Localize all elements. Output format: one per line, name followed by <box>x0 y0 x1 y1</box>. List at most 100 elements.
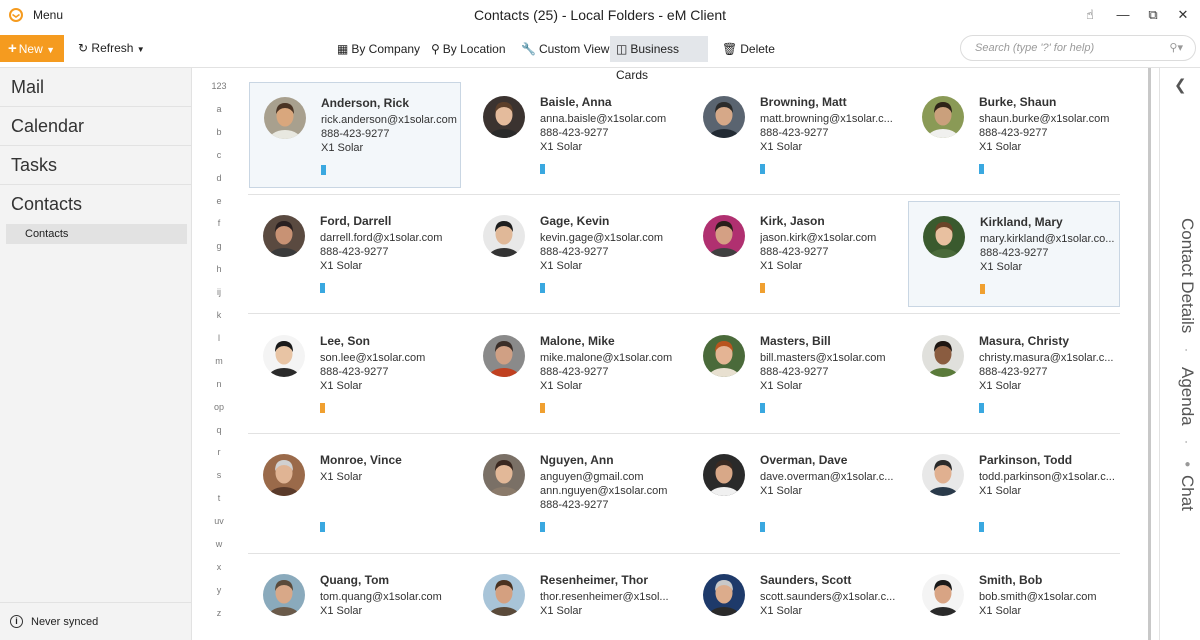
avatar <box>703 335 745 377</box>
alphabet-letter[interactable]: uv <box>200 516 238 526</box>
contact-card[interactable]: Smith, Bob bob.smith@x1solar.com X1 Solar <box>908 560 1120 640</box>
alphabet-letter[interactable]: l <box>200 333 238 343</box>
nav-item-calendar[interactable]: Calendar <box>0 107 191 146</box>
contact-name: Parkinson, Todd <box>979 453 1073 467</box>
vertical-scrollbar[interactable] <box>1148 68 1151 640</box>
menu-button[interactable]: Menu <box>33 8 63 22</box>
contact-card[interactable]: Lee, Son son.lee@x1solar.com 888-423-9277 X… <box>249 321 461 427</box>
contact-card[interactable]: Resenheimer, Thor thor.resenheimer@x1sol.… <box>469 560 681 640</box>
contact-detail-line: rick.anderson@x1solar.com <box>321 114 457 126</box>
alphabet-letter[interactable]: a <box>200 104 238 114</box>
contact-card[interactable]: Nguyen, Ann anguyen@gmail.com ann.nguyen@x… <box>469 440 681 546</box>
refresh-button[interactable]: ↻ Refresh ▼ <box>78 41 145 55</box>
category-tag <box>760 403 765 413</box>
contact-detail-line: matt.browning@x1solar.c... <box>760 113 893 125</box>
contact-card[interactable]: Ford, Darrell darrell.ford@x1solar.com 888… <box>249 201 461 307</box>
nav-item-contacts[interactable]: Contacts <box>0 185 191 224</box>
contact-detail-line: X1 Solar <box>321 142 364 154</box>
alphabet-letter[interactable]: k <box>200 310 238 320</box>
alphabet-letter[interactable]: d <box>200 173 238 183</box>
avatar <box>264 97 306 139</box>
contact-card[interactable]: Overman, Dave dave.overman@x1solar.c... X1… <box>689 440 901 546</box>
app-logo-icon[interactable] <box>9 8 23 22</box>
delete-button[interactable]: 🗑 Delete <box>716 36 781 62</box>
contact-detail-line: shaun.burke@x1solar.com <box>979 113 1110 125</box>
contact-name: Monroe, Vince <box>320 453 402 467</box>
alphabet-letter[interactable]: op <box>200 402 238 412</box>
search-input[interactable]: Search (type '?' for help) ⚲▾ <box>960 35 1196 61</box>
by-location-button[interactable]: ⚲ By Location <box>425 36 512 62</box>
contact-card[interactable]: Gage, Kevin kevin.gage@x1solar.com 888-423… <box>469 201 681 307</box>
contact-detail-line: 888-423-9277 <box>760 127 829 139</box>
touch-mode-icon[interactable]: ☝ <box>1079 5 1101 25</box>
contact-card[interactable]: Burke, Shaun shaun.burke@x1solar.com 888-4… <box>908 82 1120 188</box>
contacts-folder-item[interactable]: Contacts <box>6 224 187 244</box>
contact-card[interactable]: Malone, Mike mike.malone@x1solar.com 888-4… <box>469 321 681 427</box>
alphabet-letter[interactable]: b <box>200 127 238 137</box>
alphabet-letter[interactable]: y <box>200 585 238 595</box>
new-label: New <box>18 42 43 56</box>
alphabet-letter[interactable]: n <box>200 379 238 389</box>
contact-card[interactable]: Browning, Matt matt.browning@x1solar.c...… <box>689 82 901 188</box>
alphabet-letter[interactable]: z <box>200 608 238 618</box>
custom-view-button[interactable]: 🔧 Custom View <box>515 36 615 62</box>
alphabet-letter[interactable]: c <box>200 150 238 160</box>
agenda-tab[interactable]: Agenda <box>1177 367 1197 426</box>
alphabet-letter[interactable]: ij <box>200 287 238 297</box>
new-button[interactable]: + New ▼ <box>0 35 64 62</box>
category-tag <box>760 522 765 532</box>
contact-name: Malone, Mike <box>540 334 615 348</box>
contact-card[interactable]: Quang, Tom tom.quang@x1solar.com X1 Solar <box>249 560 461 640</box>
contact-detail-line: X1 Solar <box>979 485 1022 497</box>
contact-details-tab[interactable]: Contact Details <box>1177 218 1197 333</box>
nav-item-tasks[interactable]: Tasks <box>0 146 191 185</box>
nav-item-mail[interactable]: Mail <box>0 68 191 107</box>
contact-card[interactable]: Baisle, Anna anna.baisle@x1solar.com 888-4… <box>469 82 681 188</box>
chevron-left-icon[interactable]: ❮ <box>1174 76 1187 94</box>
contact-detail-line: X1 Solar <box>760 485 803 497</box>
contact-card[interactable]: Masters, Bill bill.masters@x1solar.com 888… <box>689 321 901 427</box>
contact-card[interactable]: Kirk, Jason jason.kirk@x1solar.com 888-423… <box>689 201 901 307</box>
alphabet-letter[interactable]: s <box>200 470 238 480</box>
chat-tab[interactable]: Chat <box>1177 475 1197 511</box>
alphabet-letter[interactable]: q <box>200 425 238 435</box>
contact-card[interactable]: Anderson, Rick rick.anderson@x1solar.com 8… <box>249 82 461 188</box>
business-cards-button[interactable]: ◫ Business Cards <box>610 36 708 82</box>
alphabet-letter[interactable]: w <box>200 539 238 549</box>
avatar <box>703 454 745 496</box>
contact-card[interactable]: Kirkland, Mary mary.kirkland@x1solar.co..… <box>908 201 1120 307</box>
contact-detail-line: 888-423-9277 <box>979 366 1048 378</box>
contact-card[interactable]: Parkinson, Todd todd.parkinson@x1solar.c.… <box>908 440 1120 546</box>
scrollbar-thumb[interactable] <box>1148 68 1151 640</box>
alphabet-letter[interactable]: e <box>200 196 238 206</box>
alphabet-letter[interactable]: r <box>200 447 238 457</box>
alphabet-letter[interactable]: t <box>200 493 238 503</box>
contact-detail-line: 888-423-9277 <box>320 246 389 258</box>
by-company-button[interactable]: ▦ By Company <box>331 36 426 62</box>
contact-card[interactable]: Masura, Christy christy.masura@x1solar.c.… <box>908 321 1120 427</box>
custom-view-label: Custom View <box>538 42 610 56</box>
minimize-button[interactable]: — <box>1112 5 1134 25</box>
contact-name: Smith, Bob <box>979 573 1043 587</box>
alphabet-letter[interactable]: g <box>200 241 238 251</box>
category-tag <box>760 283 765 293</box>
contact-detail-line: 888-423-9277 <box>760 366 829 378</box>
maximize-button[interactable]: ⧉ <box>1142 5 1164 25</box>
category-tag <box>760 164 765 174</box>
avatar <box>483 574 525 616</box>
alphabet-letter[interactable]: f <box>200 218 238 228</box>
alphabet-letter[interactable]: 123 <box>200 81 238 91</box>
alphabet-letter[interactable]: h <box>200 264 238 274</box>
alphabet-letter[interactable]: x <box>200 562 238 572</box>
contact-name: Masters, Bill <box>760 334 831 348</box>
search-icon[interactable]: ⚲▾ <box>1169 36 1183 60</box>
delete-label: Delete <box>740 42 775 56</box>
contact-card[interactable]: Monroe, Vince X1 Solar <box>249 440 461 546</box>
contact-detail-line: X1 Solar <box>980 261 1023 273</box>
alphabet-letter[interactable]: m <box>200 356 238 366</box>
close-button[interactable]: ✕ <box>1172 5 1194 25</box>
contact-card[interactable]: Saunders, Scott scott.saunders@x1solar.c.… <box>689 560 901 640</box>
contact-detail-line: mike.malone@x1solar.com <box>540 352 673 364</box>
plus-icon: + <box>8 40 17 57</box>
contact-detail-line: X1 Solar <box>320 605 363 617</box>
